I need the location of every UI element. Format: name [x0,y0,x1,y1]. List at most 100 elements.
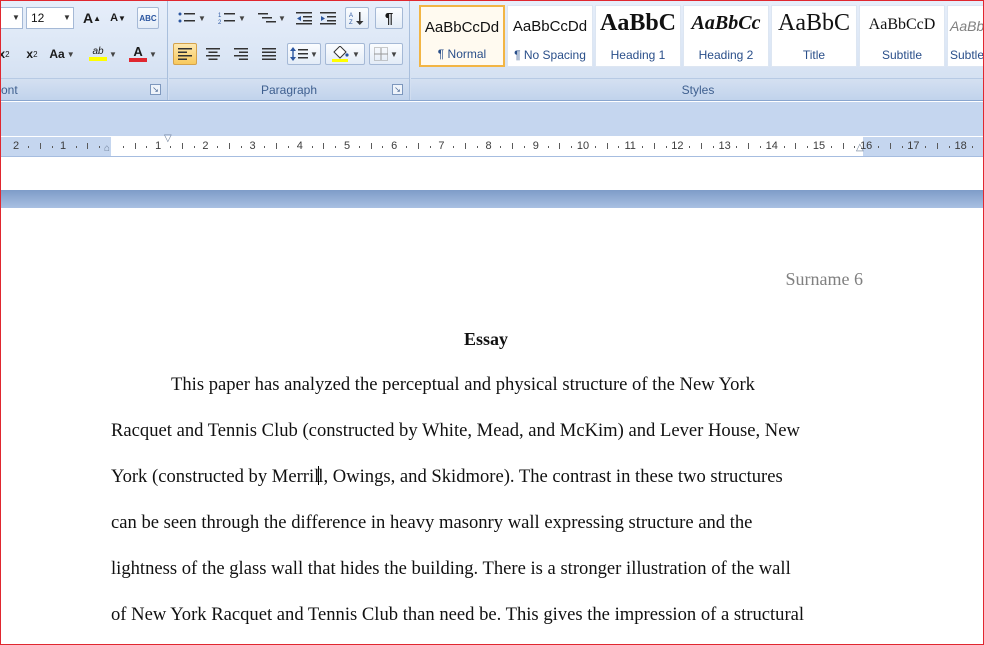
style-name: Heading 1 [610,48,666,62]
shading-button[interactable]: ▼ [325,43,365,65]
style-heading-1[interactable]: AaBbC Heading 1 [595,5,681,67]
paint-bucket-icon [332,46,349,62]
ruler-tick [240,146,242,148]
styles-group: AaBbCcDd ¶ Normal AaBbCcDd ¶ No Spacing … [411,1,984,100]
ruler-tick [524,146,525,148]
superscript-icon: x [26,47,34,61]
style-name: ¶ Normal [437,47,487,61]
ruler-tick [559,143,561,149]
increase-indent-icon [320,12,336,25]
word-window: ▼ 12 ▼ A▲ A▼ ABC x2 x2 Aa▼ [0,0,984,645]
bullets-icon [178,12,196,23]
superscript-button[interactable]: x2 [21,43,43,65]
ruler-band [1,102,983,136]
ruler-tick [653,143,655,149]
ruler-label: 9 [532,140,539,152]
left-indent-marker-icon[interactable]: ⌂ [104,143,110,154]
ruler-tick [87,143,89,149]
font-size-combo[interactable]: 12 ▼ [26,7,74,29]
ruler-tick [370,143,372,149]
font-color-button[interactable]: A ▼ [125,43,161,65]
decrease-indent-button[interactable] [293,7,315,29]
ruler-tick [712,146,714,148]
ruler-label: 12 [671,140,684,152]
ruler-tick [571,146,573,148]
align-right-button[interactable] [229,43,253,65]
essay-title: Essay [463,329,508,349]
body-line: This paper has analyzed the perceptual a… [171,374,755,395]
increase-indent-button[interactable] [317,7,339,29]
ruler-tick [417,143,419,149]
subscript-button[interactable]: x2 [1,43,13,65]
multilevel-list-button[interactable]: ▼ [253,7,291,29]
ruler-tick [323,143,325,149]
style-sample: AaBbCcDd [512,18,588,35]
ruler-tick [288,146,289,148]
document-page[interactable]: Surname 6 Essay This paper has analyzed … [1,208,983,644]
align-left-button[interactable] [173,43,197,65]
numbering-button[interactable]: 1 2 ▼ [213,7,251,29]
font-color-icon: A [129,44,148,62]
style-normal[interactable]: AaBbCcDd ¶ Normal [419,5,505,67]
ruler-tick [889,143,891,149]
clear-formatting-button[interactable]: ABC [137,7,159,29]
ruler-tick [842,143,844,149]
font-dialog-launcher-icon[interactable]: ↘ [150,84,161,95]
style-sample: AaBbC [599,10,677,36]
grow-font-button[interactable]: A ▲ [81,7,103,29]
ruler-tick [547,146,549,148]
paragraph-group: ▼ 1 2 ▼ ▼ AZ ¶ ▼ ▼ ▼ Paragraph ↘ [169,1,410,100]
ruler-tick [276,143,278,149]
ruler-label: 5 [343,140,351,152]
ribbon: ▼ 12 ▼ A▲ A▼ ABC x2 x2 Aa▼ [1,1,984,101]
styles-group-label: Styles [411,78,983,100]
previous-page-bottom [1,158,983,190]
style-subtitle[interactable]: AaBbCcD Subtitle [859,5,945,67]
borders-button[interactable]: ▼ [369,43,403,65]
ruler-tick [311,146,313,148]
highlight-button[interactable]: ab ▼ [85,43,121,65]
change-case-button[interactable]: Aa ▼ [47,43,77,65]
font-color-glyph: A [133,44,143,59]
ruler-tick [52,146,53,148]
body-line: Racquet and Tennis Club (constructed by … [111,420,800,441]
style-no-spacing[interactable]: AaBbCcDd ¶ No Spacing [507,5,593,67]
horizontal-ruler[interactable]: 2 1 1 2 3 4 5 6 7 8 9 10 11 12 13 14 15 16 17 18 ▽ ⌂ △ [1,133,983,157]
show-hide-marks-button[interactable]: ¶ [375,7,403,29]
highlight-color-bar [89,57,108,61]
chevron-down-icon[interactable]: ▼ [61,8,73,28]
chevron-down-icon[interactable]: ▼ [10,8,22,28]
style-title[interactable]: AaBbC Title [771,5,857,67]
ruler-tick [382,146,384,148]
ruler-tick [28,146,30,148]
style-subtle[interactable]: AaBbCc Subtle [947,5,984,67]
sort-button[interactable]: AZ [345,7,369,29]
ruler-tick [878,146,879,148]
pilcrow-icon: ¶ [384,9,394,27]
first-line-indent-marker-icon[interactable]: ▽ [164,133,172,144]
ruler-tick [807,146,809,148]
style-sample: AaBbC [778,10,850,36]
align-center-button[interactable] [201,43,225,65]
bullets-button[interactable]: ▼ [173,7,211,29]
ruler-label: 15 [812,140,826,152]
line-spacing-button[interactable]: ▼ [287,43,321,65]
font-size-value: 12 [31,11,45,25]
ruler-tick [689,146,691,148]
font-name-combo[interactable]: ▼ [1,7,23,29]
ruler-tick [795,143,797,149]
style-sample: AaBbCc [950,18,984,34]
body-line: can be seen through the difference in he… [111,512,753,533]
ruler-tick [594,146,596,148]
ruler-tick [606,143,608,149]
style-heading-2[interactable]: AaBbCc Heading 2 [683,5,769,67]
svg-text:1: 1 [218,13,222,19]
shrink-font-button[interactable]: A ▼ [107,7,129,29]
ruler-tick [736,146,738,148]
right-indent-marker-icon[interactable]: △ [856,142,864,153]
style-name: Subtle [950,48,984,62]
justify-button[interactable] [257,43,281,65]
paragraph-dialog-launcher-icon[interactable]: ↘ [392,84,403,95]
style-name: Heading 2 [698,48,754,62]
ruler-tick [948,146,950,148]
